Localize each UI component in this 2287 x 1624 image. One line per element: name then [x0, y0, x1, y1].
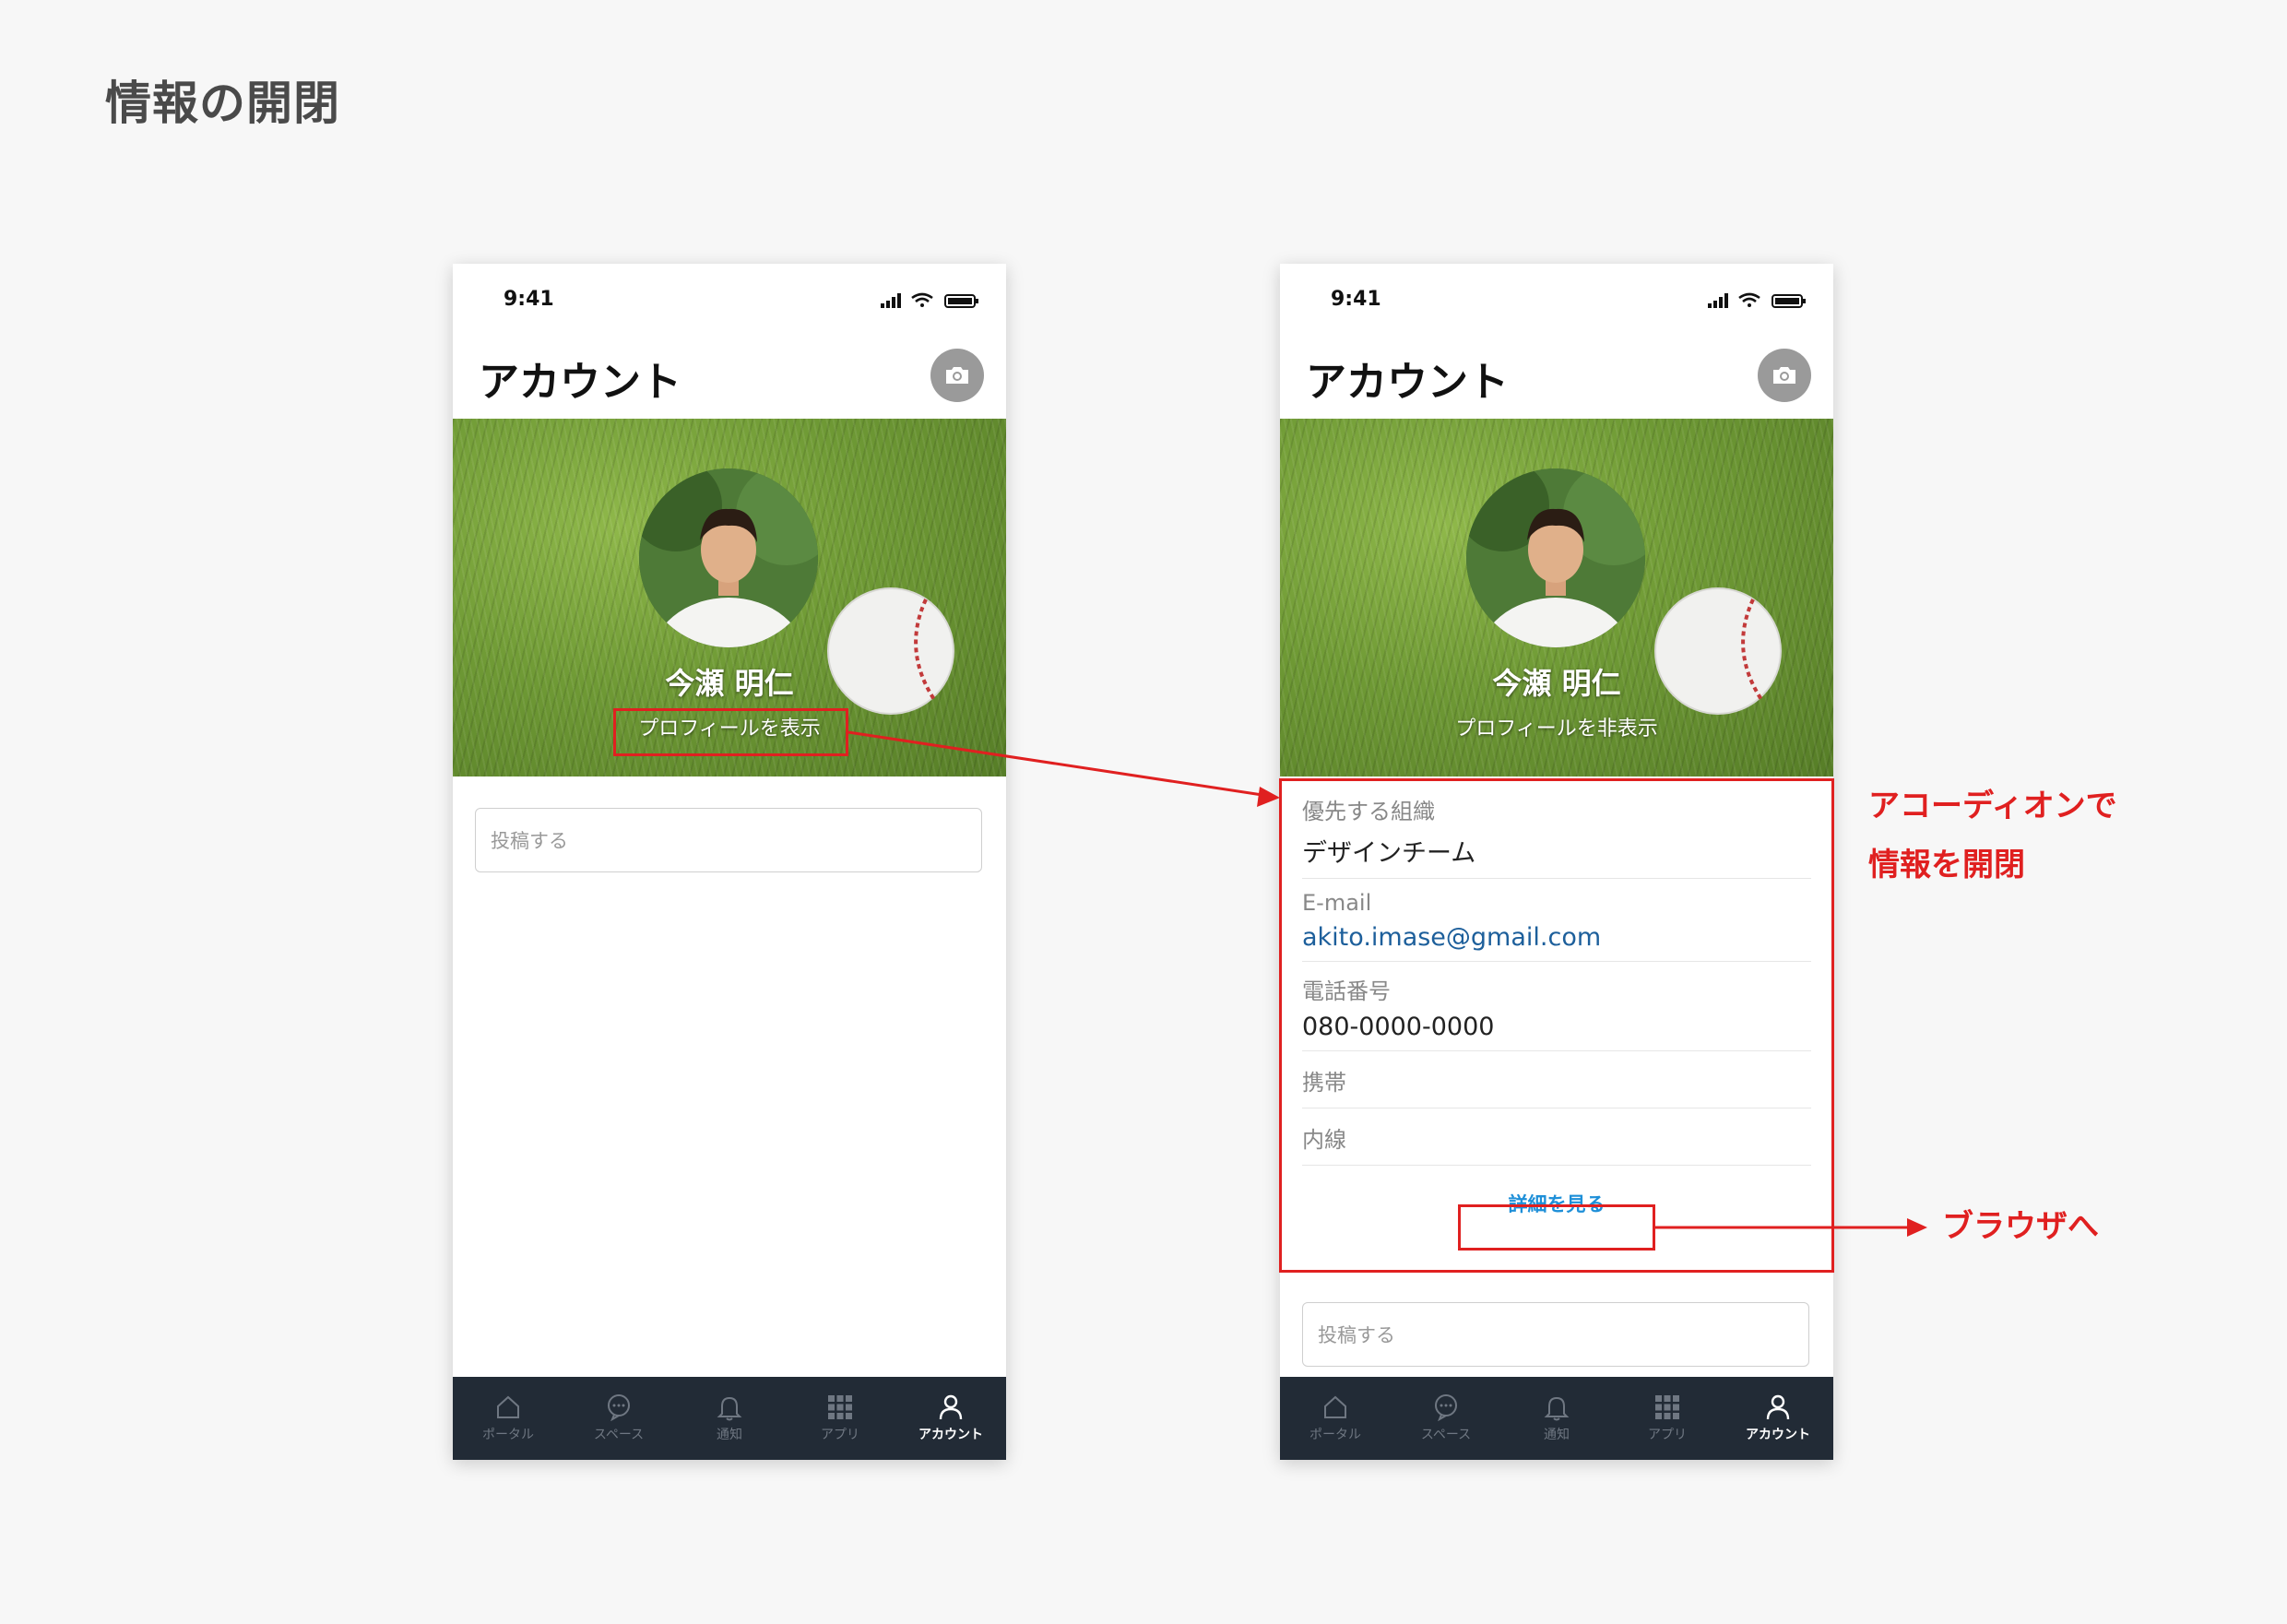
annotation-browser: ブラウザへ [1942, 1208, 2099, 1245]
arrow-to-accordion [847, 730, 1275, 799]
annotation-accordion: アコーディオンで 情報を開閉 [1868, 776, 2117, 895]
arrow-head [1907, 1218, 1927, 1237]
annotation-accordion-line1: アコーディオンで [1868, 788, 2117, 824]
arrow-head [1257, 787, 1280, 807]
annotation-accordion-line2: 情報を開閉 [1868, 847, 2025, 883]
